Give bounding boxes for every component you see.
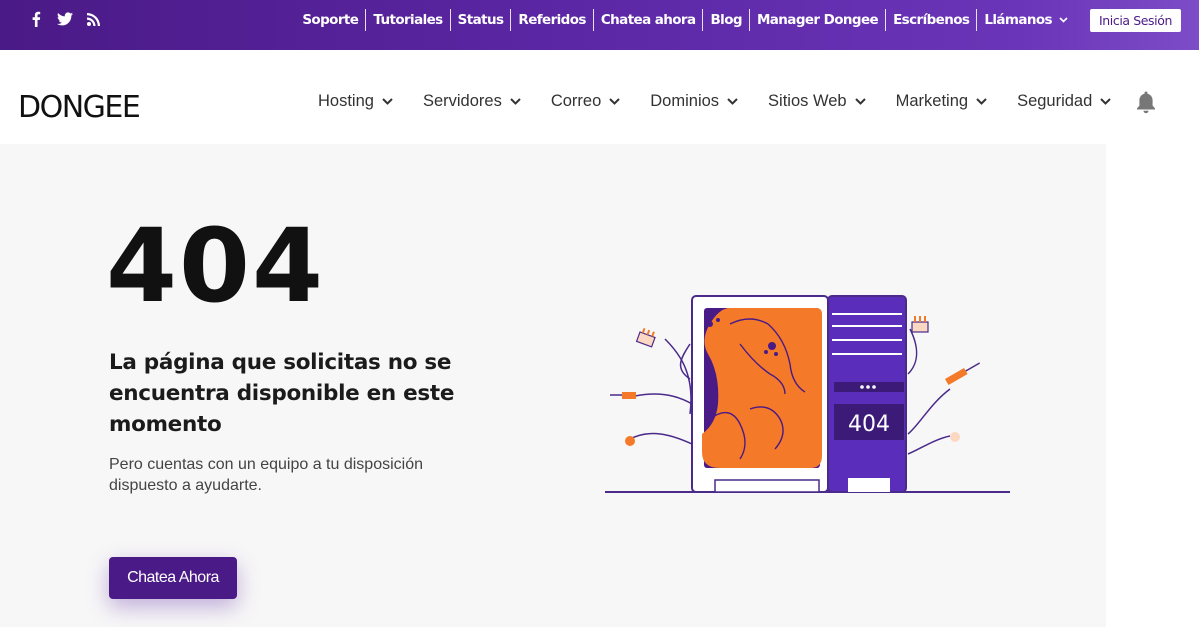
top-link-soporte[interactable]: Soporte	[295, 9, 367, 31]
logo-text: DONGEE	[18, 90, 140, 122]
nav-label: Sitios Web	[768, 92, 847, 110]
top-link-chatea-ahora[interactable]: Chatea ahora	[594, 9, 704, 31]
nav-label: Servidores	[422, 92, 502, 110]
login-button[interactable]: Inicia Sesión	[1090, 9, 1181, 32]
server-cat-illustration: 404	[605, 295, 1010, 493]
chevron-down-icon	[382, 98, 393, 105]
chevron-down-icon	[854, 98, 866, 105]
dongee-logo[interactable]: DONGEE	[18, 88, 172, 127]
error-section: 404 La página que solicitas no se encuen…	[0, 144, 1106, 627]
rss-icon[interactable]	[86, 10, 102, 28]
llamanos-label: Llámanos	[984, 12, 1052, 28]
top-bar: Soporte Tutoriales Status Referidos Chat…	[0, 0, 1199, 50]
nav-correo[interactable]: Correo	[551, 92, 620, 111]
nav-label: Correo	[550, 92, 602, 110]
top-link-escribenos[interactable]: Escríbenos	[886, 9, 978, 31]
top-link-tutoriales[interactable]: Tutoriales	[366, 9, 451, 31]
chatea-ahora-button[interactable]: Chatea Ahora	[109, 557, 237, 599]
top-link-manager-dongee[interactable]: Manager Dongee	[750, 9, 887, 31]
chevron-down-icon	[1059, 17, 1068, 23]
top-link-referidos[interactable]: Referidos	[511, 9, 594, 31]
nav-label: Seguridad	[1017, 92, 1093, 110]
main-header: DONGEE Hosting Servidores Correo Dominio…	[0, 68, 1112, 144]
right-margin	[1106, 50, 1199, 627]
nav-label: Hosting	[318, 92, 374, 110]
top-link-blog[interactable]: Blog	[703, 9, 750, 31]
chevron-down-icon	[976, 98, 987, 105]
nav-label: Dominios	[650, 92, 720, 110]
error-title: La página que solicitas no se encuentra …	[109, 350, 455, 437]
error-code: 404	[106, 207, 325, 326]
nav-marketing[interactable]: Marketing	[896, 92, 987, 111]
error-subtitle: Pero cuentas con un equipo a tu disposic…	[109, 456, 423, 494]
nav-dominios[interactable]: Dominios	[650, 92, 738, 111]
main-nav: Hosting Servidores Correo Dominios Sitio…	[318, 92, 1112, 111]
nav-hosting[interactable]: Hosting	[318, 92, 393, 111]
nav-label: Marketing	[895, 92, 969, 110]
error-illustration: 404	[600, 284, 1020, 504]
chevron-down-icon	[1100, 98, 1112, 105]
social-links	[28, 10, 102, 28]
nav-servidores[interactable]: Servidores	[423, 92, 521, 111]
nav-seguridad[interactable]: Seguridad	[1017, 92, 1112, 111]
top-link-status[interactable]: Status	[451, 9, 512, 31]
facebook-icon[interactable]	[28, 10, 44, 28]
chevron-down-icon	[727, 98, 738, 105]
twitter-icon[interactable]	[57, 10, 73, 28]
bell-icon[interactable]	[1135, 90, 1157, 119]
illustration-404-label: 404	[848, 412, 890, 437]
top-links: Soporte Tutoriales Status Referidos Chat…	[295, 9, 1075, 31]
top-link-llamanos[interactable]: Llámanos	[977, 9, 1075, 31]
nav-sitios-web[interactable]: Sitios Web	[768, 92, 866, 111]
chevron-down-icon	[510, 98, 521, 105]
chevron-down-icon	[609, 98, 620, 105]
